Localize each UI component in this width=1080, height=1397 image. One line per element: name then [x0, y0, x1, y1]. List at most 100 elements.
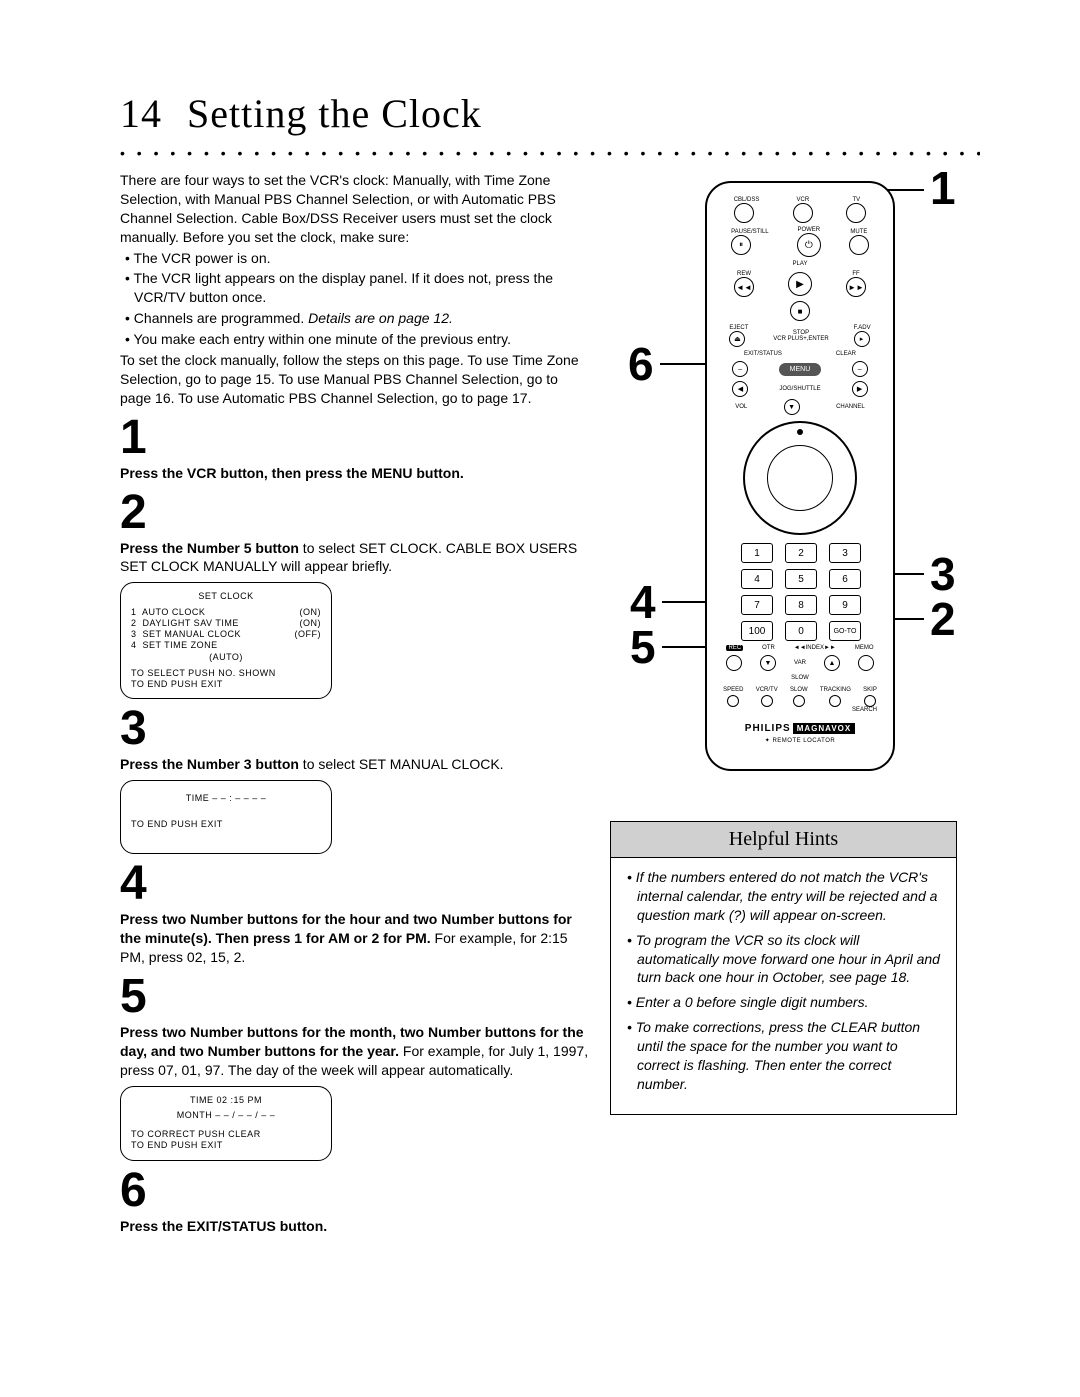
step3-bold: Press the Number 3 button	[120, 756, 299, 772]
remote-body: CBL/DSS VCR TV PAUSE/STILL⏸ POWER⏻ MUTE …	[705, 181, 895, 771]
btn-jog-r: ▶	[852, 381, 868, 397]
left-column: There are four ways to set the VCR's clo…	[120, 171, 590, 1235]
intro-b3b: Details are on page 12.	[308, 310, 453, 326]
btn-play: ▶	[788, 272, 812, 296]
step4-num: 4	[120, 860, 590, 908]
jog-wheel	[743, 421, 857, 535]
lbl-eject: EJECT	[729, 325, 748, 331]
step3-text: Press the Number 3 button to select SET …	[120, 755, 590, 774]
hint-3: Enter a 0 before single digit numbers.	[625, 993, 942, 1012]
key-1: 1	[741, 543, 773, 563]
intro-p2: To set the clock manually, follow the st…	[120, 351, 590, 408]
helpful-hints-box: Helpful Hints If the numbers entered do …	[610, 821, 957, 1115]
step4-text: Press two Number buttons for the hour an…	[120, 910, 590, 967]
step3-rest: to select SET MANUAL CLOCK.	[299, 756, 504, 772]
btn-rew: ◄◄	[734, 277, 754, 297]
manual-page: 14 Setting the Clock • • • • • • • • • •…	[0, 0, 1080, 1397]
intro-b4: You make each entry within one minute of…	[120, 330, 590, 349]
btn-menu: MENU	[779, 363, 822, 376]
osd-set-clock: SET CLOCK 1 AUTO CLOCK(ON) 2 DAYLIGHT SA…	[120, 582, 332, 699]
btn-power: ⏻	[797, 233, 821, 257]
lbl-vcr: VCR	[793, 197, 813, 203]
step3-num: 3	[120, 705, 590, 753]
lbl-memo: MEMO	[855, 645, 874, 651]
btn-stop: ■	[790, 301, 810, 321]
btn-mute	[849, 235, 869, 255]
btn-var-up: ▲	[824, 655, 840, 671]
osd-time-blank: TIME – – : – – – – TO END PUSH EXIT	[120, 780, 332, 854]
lbl-vcrtv: VCR/TV	[756, 687, 778, 693]
intro-b2: The VCR light appears on the display pan…	[120, 269, 590, 307]
lbl-rec: REC	[726, 645, 743, 651]
osd3-l1: TIME 02 :15 PM	[131, 1095, 321, 1106]
number-pad: 1 2 3 4 5 6 7 8 9 100 0 GO-TO	[717, 543, 883, 641]
page-title: Setting the Clock	[187, 91, 482, 136]
lbl-clear: CLEAR	[836, 351, 856, 357]
osd3-l2: MONTH – – / – – / – –	[131, 1110, 321, 1121]
osd-time-month: TIME 02 :15 PM MONTH – – / – – / – – TO …	[120, 1086, 332, 1161]
step2-bold: Press the Number 5 button	[120, 540, 299, 556]
btn-fadv: ▸	[854, 331, 870, 347]
step5-text: Press two Number buttons for the month, …	[120, 1023, 590, 1080]
right-column: 1 6 3 2 4	[590, 171, 980, 1115]
key-100: 100	[741, 621, 773, 641]
hint-4: To make corrections, press the CLEAR but…	[625, 1018, 942, 1094]
lbl-chan: CHANNEL	[836, 404, 865, 410]
btn-jog-l: ◀	[732, 381, 748, 397]
brand-magnavox: MAGNAVOX	[793, 723, 856, 734]
lbl-skip: SKIP	[863, 687, 877, 693]
osd1-l1b: (ON)	[300, 607, 322, 618]
lbl-ff: FF	[846, 271, 866, 277]
intro-block: There are four ways to set the VCR's clo…	[120, 171, 590, 408]
hint-2: To program the VCR so its clock will aut…	[625, 931, 942, 988]
lbl-power: POWER	[797, 227, 821, 233]
key-7: 7	[741, 595, 773, 615]
lbl-tv: TV	[846, 197, 866, 203]
lbl-play: PLAY	[717, 261, 883, 267]
osd2-l1: TIME – – : – – – –	[131, 793, 321, 804]
btn-pause: ⏸	[731, 235, 751, 255]
key-4: 4	[741, 569, 773, 589]
key-goto: GO-TO	[829, 621, 861, 641]
hints-body: If the numbers entered do not match the …	[611, 858, 956, 1114]
callout-3: 3	[930, 551, 956, 597]
hints-title: Helpful Hints	[611, 822, 956, 858]
lbl-slow: SLOW	[717, 675, 883, 681]
step6-num: 6	[120, 1167, 590, 1215]
page-number: 14	[120, 91, 162, 136]
osd1-l1a: 1 AUTO CLOCK	[131, 607, 205, 618]
step1-num: 1	[120, 414, 590, 462]
step5-num: 5	[120, 973, 590, 1021]
lbl-slow2: SLOW	[790, 687, 808, 693]
lbl-mute: MUTE	[849, 229, 869, 235]
key-3: 3	[829, 543, 861, 563]
osd1-l4a: 4 SET TIME ZONE	[131, 640, 218, 651]
lbl-jog: JOG/SHUTTLE	[779, 386, 820, 392]
intro-b3: Channels are programmed. Details are on …	[120, 309, 590, 328]
key-5: 5	[785, 569, 817, 589]
callout-6: 6	[628, 341, 654, 387]
step2-text: Press the Number 5 button to select SET …	[120, 539, 590, 577]
btn-rec	[726, 655, 742, 671]
intro-p1: There are four ways to set the VCR's clo…	[120, 171, 590, 247]
key-6: 6	[829, 569, 861, 589]
osd1-l3b: (OFF)	[295, 629, 322, 640]
osd1-title: SET CLOCK	[131, 591, 321, 602]
intro-b3a: Channels are programmed.	[134, 310, 308, 326]
btn-var-dn: ▼	[760, 655, 776, 671]
key-9: 9	[829, 595, 861, 615]
lbl-exit: EXIT/STATUS	[744, 351, 782, 357]
btn-memo	[858, 655, 874, 671]
divider-dots: • • • • • • • • • • • • • • • • • • • • …	[120, 145, 980, 161]
btn-ff: ►►	[846, 277, 866, 297]
osd1-l3a: 3 SET MANUAL CLOCK	[131, 629, 241, 640]
brand-philips: PHILIPS	[745, 723, 791, 734]
lbl-vcrplus: VCR PLUS+,ENTER	[773, 336, 829, 342]
lbl-cbldss: CBL/DSS	[734, 197, 760, 203]
lbl-speed: SPEED	[723, 687, 743, 693]
btn-cbldss	[734, 203, 754, 223]
btn-down: ▼	[784, 399, 800, 415]
columns: There are four ways to set the VCR's clo…	[120, 171, 980, 1235]
key-2: 2	[785, 543, 817, 563]
osd1-l2b: (ON)	[300, 618, 322, 629]
